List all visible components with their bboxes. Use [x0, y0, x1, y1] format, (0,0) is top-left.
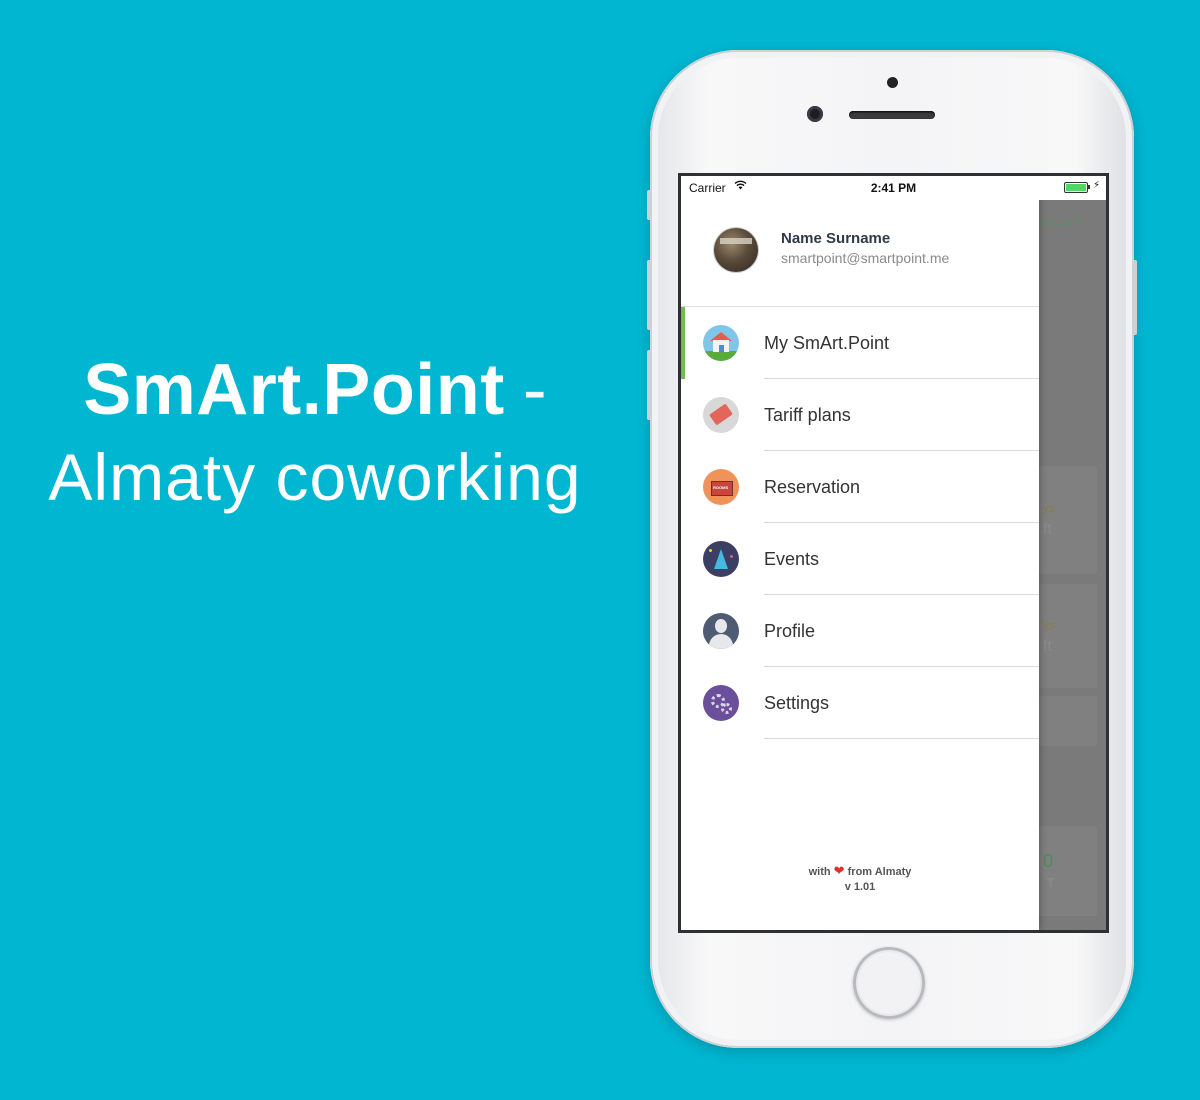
volume-down-button: [647, 350, 652, 420]
charging-icon: ⚡: [1093, 180, 1101, 191]
user-icon: [703, 613, 739, 649]
dimmed-total: 0: [1043, 851, 1054, 871]
menu-item-profile[interactable]: Profile: [681, 595, 1039, 667]
drawer-menu: My SmArt.Point Tariff plans Reservation …: [681, 307, 1039, 739]
menu-item-label: Profile: [764, 621, 816, 641]
proximity-sensor: [887, 77, 898, 88]
plan-card-1-line1: ys: [1043, 501, 1055, 515]
gears-icon: [703, 685, 739, 721]
plan-card-1-line2: ft: [1043, 521, 1052, 538]
headline: SmArt.Point - Almaty coworking: [0, 345, 630, 519]
phone-screen: 67,000 ₸ ys ft ys ft 0 ₸ Name Surname sm…: [678, 173, 1109, 933]
rooms-sign-icon: [703, 469, 739, 505]
menu-separator: [764, 738, 1039, 739]
mute-switch: [647, 190, 652, 220]
plan-card-1: [1039, 466, 1097, 574]
power-button: [1132, 260, 1137, 335]
menu-item-settings[interactable]: Settings: [681, 667, 1039, 739]
house-icon: [703, 325, 739, 361]
status-time: 2:41 PM: [870, 181, 917, 195]
menu-item-label: Reservation: [764, 477, 861, 497]
app-version: v 1.01: [844, 881, 876, 893]
battery-icon: [1064, 182, 1088, 193]
menu-item-label: Tariff plans: [764, 405, 851, 425]
price-tag-icon: [703, 397, 739, 433]
navigation-drawer: Name Surname smartpoint@smartpoint.me My…: [681, 176, 1039, 930]
phone-frame: 67,000 ₸ ys ft ys ft 0 ₸ Name Surname sm…: [647, 50, 1137, 1048]
avatar[interactable]: [714, 228, 758, 272]
brand-title: SmArt.Point: [83, 350, 505, 430]
plan-card-2-line2: ft: [1043, 638, 1052, 655]
plan-card-2-line1: ys: [1043, 618, 1055, 632]
active-indicator: [681, 307, 685, 379]
headline-dash: -: [522, 350, 547, 430]
profile-name: Name Surname: [781, 230, 891, 247]
headline-subtitle: Almaty coworking: [48, 440, 582, 514]
menu-item-reservation[interactable]: Reservation: [681, 451, 1039, 523]
menu-item-my-smartpoint[interactable]: My SmArt.Point: [681, 307, 1039, 379]
footer-from: from Almaty: [847, 866, 912, 878]
heart-icon: ❤: [833, 863, 845, 878]
volume-up-button: [647, 260, 652, 330]
earpiece-speaker: [849, 111, 935, 119]
front-camera: [807, 106, 823, 122]
dimmed-card-3: [1039, 696, 1097, 746]
menu-item-events[interactable]: Events: [681, 523, 1039, 595]
footer-with: with: [808, 866, 831, 878]
battery-cap: [1088, 185, 1090, 189]
profile-email: smartpoint@smartpoint.me: [781, 250, 950, 266]
drawer-profile-header[interactable]: Name Surname smartpoint@smartpoint.me: [681, 200, 1039, 306]
footer-credit: with ❤ from Almaty: [681, 863, 1039, 880]
headline-line1: SmArt.Point -: [0, 345, 630, 435]
party-hat-icon: [703, 541, 739, 577]
menu-item-tariff-plans[interactable]: Tariff plans: [681, 379, 1039, 451]
home-button[interactable]: [853, 947, 925, 1019]
status-bar: Carrier 2:41 PM ⚡: [681, 176, 1106, 200]
plan-card-2: [1039, 584, 1097, 688]
drawer-footer: with ❤ from Almaty v 1.01: [681, 863, 1039, 895]
menu-item-label: Events: [764, 549, 820, 569]
balance-amount: 67,000 ₸: [1041, 218, 1081, 229]
menu-item-label: Settings: [764, 693, 830, 713]
menu-item-label: My SmArt.Point: [764, 333, 890, 353]
dimmed-currency: ₸: [1047, 876, 1055, 890]
